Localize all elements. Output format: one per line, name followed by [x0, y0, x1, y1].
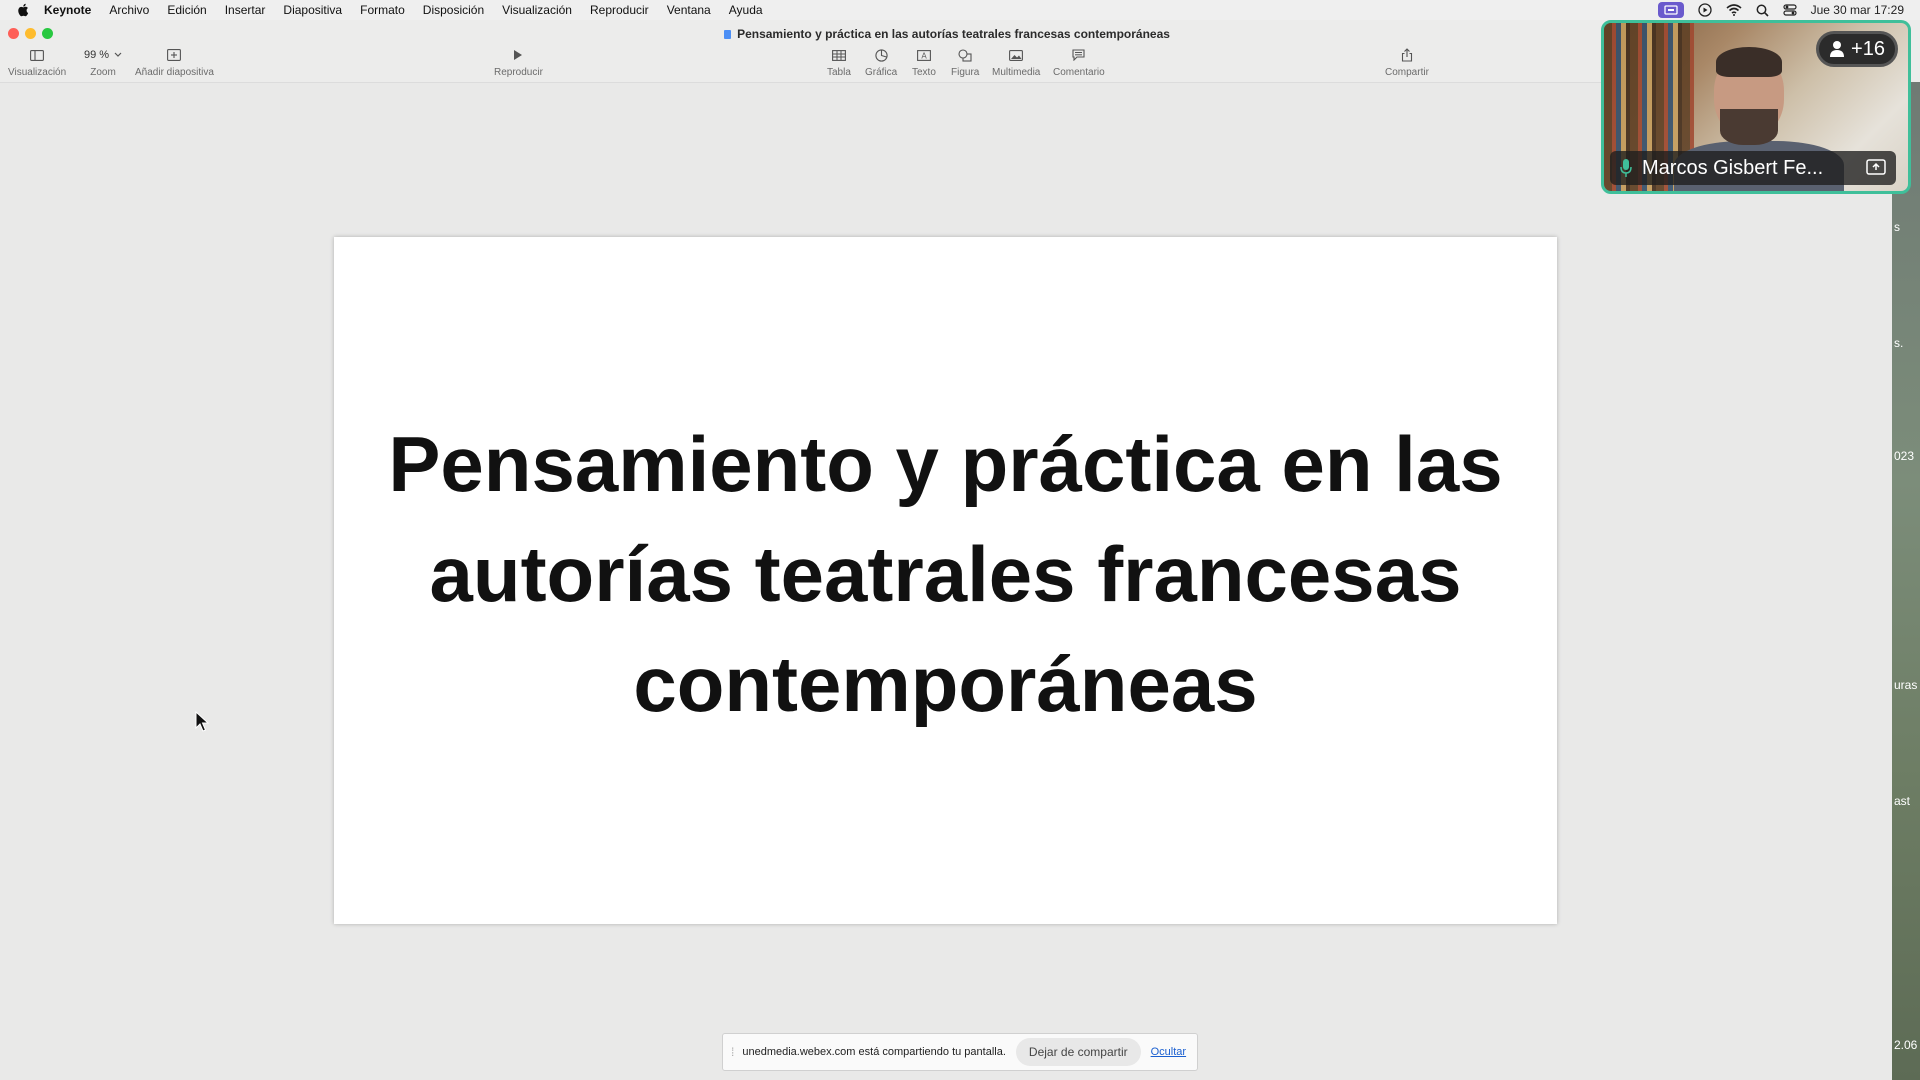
add-slide-button[interactable]: Añadir diapositiva — [135, 47, 214, 78]
zoom-value-display: 99 % — [84, 47, 122, 63]
menu-edicion[interactable]: Edición — [167, 3, 206, 17]
menu-formato[interactable]: Formato — [360, 3, 405, 17]
menu-disposicion[interactable]: Disposición — [423, 3, 484, 17]
document-title-text: Pensamiento y práctica en las autorías t… — [737, 27, 1170, 41]
table-icon — [832, 47, 846, 63]
menu-app-keynote[interactable]: Keynote — [44, 3, 91, 17]
participant-hair — [1716, 47, 1782, 77]
participant-count-button[interactable]: +16 — [1816, 31, 1898, 67]
media-button[interactable]: Multimedia — [992, 47, 1040, 78]
image-icon — [1009, 47, 1024, 63]
menu-bar: Keynote Archivo Edición Insertar Diaposi… — [0, 0, 1920, 20]
view-button[interactable]: Visualización — [8, 47, 66, 78]
hide-link[interactable]: Ocultar — [1151, 1046, 1186, 1058]
menu-insertar[interactable]: Insertar — [225, 3, 266, 17]
menu-visualizacion[interactable]: Visualización — [502, 3, 572, 17]
sidebar-view-icon — [30, 47, 45, 63]
comment-label: Comentario — [1053, 67, 1105, 78]
zoom-label: Zoom — [90, 67, 116, 78]
apple-logo-icon[interactable] — [16, 3, 30, 17]
screen-sharing-bar: ⁞ unedmedia.webex.com está compartiendo … — [722, 1033, 1198, 1071]
comment-button[interactable]: Comentario — [1053, 47, 1105, 78]
participant-name: Marcos Gisbert Fe... — [1642, 156, 1824, 179]
edge-text-fragment: 023 — [1894, 449, 1915, 463]
menu-ventana[interactable]: Ventana — [667, 3, 711, 17]
shape-button[interactable]: Figura — [951, 47, 979, 78]
comment-icon — [1072, 47, 1085, 63]
participant-count: +16 — [1851, 37, 1885, 60]
chart-button[interactable]: Gráfica — [865, 47, 897, 78]
slide-canvas[interactable]: Pensamiento y práctica en las autorías t… — [334, 237, 1557, 924]
slide-title-line-1: Pensamiento y práctica en las — [388, 419, 1503, 508]
view-label: Visualización — [8, 67, 67, 78]
add-slide-icon — [167, 47, 182, 63]
mouse-pointer-icon — [195, 711, 209, 732]
table-label: Tabla — [827, 67, 851, 78]
menu-diapositiva[interactable]: Diapositiva — [283, 3, 342, 17]
edge-text-fragment: 2.06 — [1894, 1038, 1918, 1052]
participant-name-bar: Marcos Gisbert Fe... — [1610, 151, 1896, 185]
slide-title-line-3: contemporáneas — [633, 639, 1258, 728]
play-status-icon[interactable] — [1697, 3, 1712, 17]
sharing-message: unedmedia.webex.com está compartiendo tu… — [742, 1046, 1006, 1058]
shape-label: Figura — [951, 67, 980, 78]
edge-text-fragment: s — [1894, 220, 1900, 234]
menu-reproducir[interactable]: Reproducir — [590, 3, 649, 17]
svg-text:A: A — [921, 51, 927, 60]
text-box-icon: A — [917, 47, 931, 63]
text-button[interactable]: A Texto — [912, 47, 936, 78]
chevron-down-icon — [114, 52, 122, 57]
stop-sharing-button[interactable]: Dejar de compartir — [1015, 1038, 1141, 1066]
slide-title-line-2: autorías teatrales francesas — [429, 529, 1462, 618]
participant-beard — [1720, 109, 1778, 145]
media-label: Multimedia — [992, 67, 1041, 78]
add-slide-label: Añadir diapositiva — [135, 67, 214, 78]
text-label: Texto — [912, 67, 936, 78]
edge-text-fragment: uras — [1894, 678, 1918, 692]
document-icon — [724, 30, 732, 39]
chart-label: Gráfica — [865, 67, 898, 78]
play-icon — [513, 47, 523, 63]
participant-video-tile[interactable]: +16 Marcos Gisbert Fe... — [1601, 20, 1911, 194]
screen-share-indicator-icon[interactable] — [1657, 2, 1684, 18]
share-button[interactable]: Compartir — [1385, 47, 1429, 78]
zoom-control[interactable]: 99 % Zoom — [84, 47, 122, 78]
screen-share-icon[interactable] — [1866, 159, 1886, 175]
wifi-icon[interactable] — [1726, 4, 1742, 16]
zoom-value: 99 % — [84, 49, 110, 61]
slide-title[interactable]: Pensamiento y práctica en las autorías t… — [356, 409, 1536, 739]
share-label: Compartir — [1385, 67, 1429, 78]
background-window-edge: s s. 023 uras ast 2.06 — [1892, 82, 1920, 1080]
microphone-icon — [1620, 159, 1632, 177]
menu-ayuda[interactable]: Ayuda — [729, 3, 763, 17]
person-icon — [1830, 41, 1845, 57]
control-center-icon[interactable] — [1782, 4, 1797, 16]
shape-icon — [958, 47, 972, 63]
table-button[interactable]: Tabla — [827, 47, 851, 78]
search-icon[interactable] — [1756, 4, 1769, 17]
drag-handle-icon[interactable]: ⁞ — [731, 1045, 734, 1059]
share-icon — [1401, 47, 1413, 63]
play-label: Reproducir — [494, 67, 543, 78]
edge-text-fragment: s. — [1894, 336, 1904, 350]
menubar-clock[interactable]: Jue 30 mar 17:29 — [1811, 3, 1904, 17]
status-area: Jue 30 mar 17:29 — [1657, 0, 1920, 20]
edge-text-fragment: ast — [1894, 794, 1911, 808]
menu-archivo[interactable]: Archivo — [109, 3, 149, 17]
chart-icon — [874, 47, 888, 63]
play-button[interactable]: Reproducir — [494, 47, 543, 78]
